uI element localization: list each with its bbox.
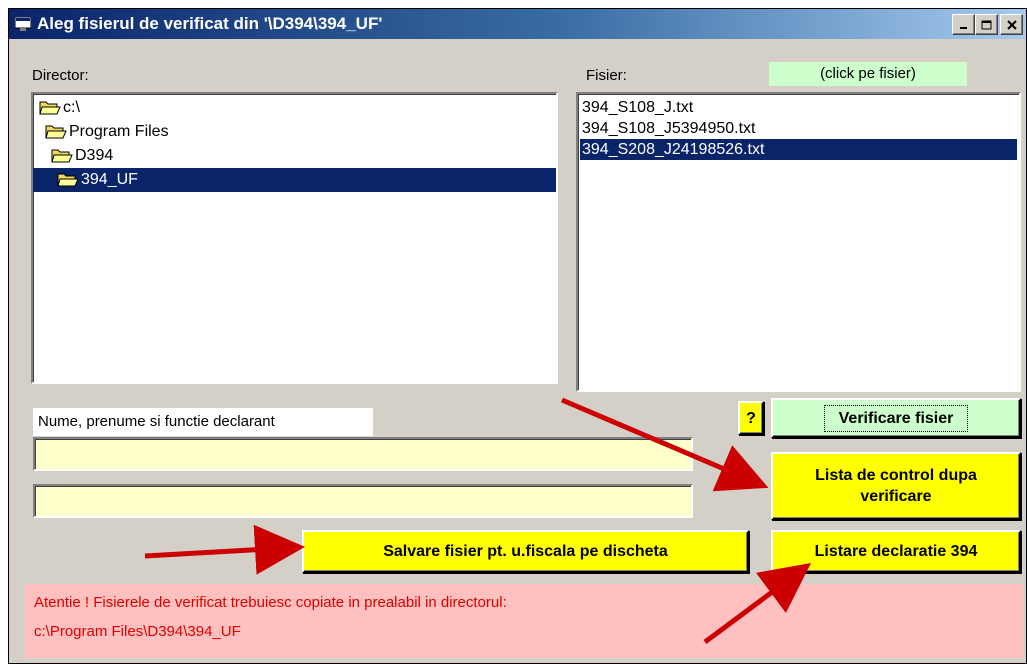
window-title: Aleg fisierul de verificat din '\D394\39… xyxy=(37,14,383,33)
declarant-function-field[interactable] xyxy=(33,484,693,518)
verificare-button-label: Verificare fisier xyxy=(823,404,969,432)
maximize-button[interactable] xyxy=(975,14,998,35)
minimize-icon xyxy=(959,26,967,29)
directory-item-label: Program Files xyxy=(69,123,169,140)
directory-item-label: c:\ xyxy=(63,99,80,116)
declarant-name-field[interactable] xyxy=(33,437,693,471)
fisier-label: Fisier: xyxy=(586,67,627,84)
close-button[interactable] xyxy=(1000,14,1023,35)
directory-item-label: D394 xyxy=(75,147,114,164)
maximize-icon xyxy=(981,20,992,29)
warning-line-1: Atentie ! Fisierele de verificat trebuie… xyxy=(34,594,507,611)
warning-panel: Atentie ! Fisierele de verificat trebuie… xyxy=(25,584,1023,658)
file-item[interactable]: 394_S108_J.txt xyxy=(580,97,1017,118)
directory-list[interactable]: c:\ Program Files D394 394_UF xyxy=(31,92,558,384)
directory-item[interactable]: D394 xyxy=(51,144,113,168)
directory-item-selected[interactable]: 394_UF xyxy=(33,168,556,192)
open-folder-icon xyxy=(39,101,61,115)
help-button[interactable]: ? xyxy=(738,401,764,435)
title-bar[interactable]: Aleg fisierul de verificat din '\D394\39… xyxy=(9,9,1026,39)
directory-item[interactable]: Program Files xyxy=(45,120,169,144)
open-folder-icon xyxy=(51,149,73,163)
declarant-label: Nume, prenume si functie declarant xyxy=(33,408,373,436)
warning-line-2: c:\Program Files\D394\394_UF xyxy=(34,623,241,640)
lista-control-button[interactable]: Lista de control dupa verificare xyxy=(771,452,1021,520)
listare-button[interactable]: Listare declaratie 394 xyxy=(771,530,1021,573)
file-item-selected[interactable]: 394_S208_J24198526.txt xyxy=(580,139,1017,160)
dialog-window: Aleg fisierul de verificat din '\D394\39… xyxy=(8,8,1027,664)
open-folder-icon xyxy=(57,173,79,187)
minimize-button[interactable] xyxy=(952,14,975,35)
directory-item[interactable]: c:\ xyxy=(39,96,80,120)
open-folder-icon xyxy=(45,125,67,139)
verificare-button[interactable]: Verificare fisier xyxy=(771,398,1021,438)
app-icon xyxy=(15,17,31,31)
click-file-hint: (click pe fisier) xyxy=(769,62,967,86)
director-label: Director: xyxy=(32,67,89,84)
close-icon xyxy=(1006,19,1017,30)
file-item[interactable]: 394_S108_J5394950.txt xyxy=(580,118,1017,139)
salvare-button[interactable]: Salvare fisier pt. u.fiscala pe discheta xyxy=(302,530,749,573)
file-list[interactable]: 394_S108_J.txt 394_S108_J5394950.txt 394… xyxy=(576,92,1021,392)
directory-item-label: 394_UF xyxy=(81,171,138,188)
